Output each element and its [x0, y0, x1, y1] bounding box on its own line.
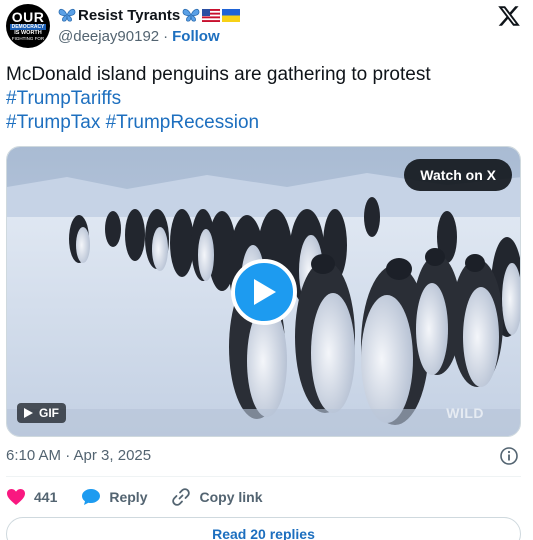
tweet-text: McDonald island penguins are gathering t… — [6, 63, 521, 135]
heart-icon — [7, 489, 25, 505]
reply-bubble-icon — [82, 489, 101, 505]
hashtag-trump-tax[interactable]: #TrumpTax — [6, 112, 100, 133]
butterfly-emoji — [182, 8, 200, 22]
divider — [6, 476, 521, 477]
author-name-row[interactable]: Resist Tyrants — [58, 6, 241, 24]
handle-separator: · — [163, 28, 169, 45]
watch-on-x-button[interactable]: Watch on X — [404, 159, 512, 191]
play-small-icon — [24, 408, 33, 418]
read-replies-button[interactable]: Read 20 replies — [6, 517, 521, 540]
tweet-timestamp[interactable]: 6:10 AM · Apr 3, 2025 — [6, 447, 151, 464]
like-button[interactable]: 441 — [6, 488, 57, 506]
media-gif[interactable]: Watch on X GIF WILD — [6, 146, 521, 437]
us-flag-emoji — [202, 8, 221, 22]
play-button[interactable] — [231, 259, 297, 325]
avatar-text-fighting: FIGHTING FOR — [11, 36, 45, 41]
reply-label: Reply — [109, 489, 148, 505]
tweet-body-line: McDonald island penguins are gathering t… — [6, 64, 431, 85]
copy-link-label: Copy link — [199, 489, 263, 505]
ukraine-flag-emoji — [222, 8, 241, 22]
copy-link-button[interactable]: Copy link — [171, 487, 263, 507]
link-icon — [172, 488, 191, 506]
author-handle[interactable]: @deejay90192 — [58, 28, 159, 45]
hashtag-trump-recession[interactable]: #TrumpRecession — [106, 112, 259, 133]
action-bar: 441 Reply Copy link — [6, 486, 287, 508]
handle-row: @deejay90192 · Follow — [58, 28, 220, 45]
avatar-text-our: OUR — [11, 9, 45, 25]
x-logo-icon[interactable] — [497, 4, 521, 28]
gif-badge[interactable]: GIF — [17, 403, 66, 423]
media-watermark: WILD — [446, 405, 484, 421]
butterfly-emoji — [58, 8, 76, 22]
gif-label: GIF — [39, 406, 59, 420]
reply-button[interactable]: Reply — [81, 488, 147, 506]
play-icon — [254, 279, 276, 305]
display-name[interactable]: Resist Tyrants — [78, 7, 180, 24]
hashtag-trump-tariffs[interactable]: #TrumpTariffs — [6, 88, 121, 109]
like-count: 441 — [34, 489, 58, 505]
avatar[interactable]: OUR DEMOCRACY IS WORTH FIGHTING FOR — [6, 4, 50, 48]
follow-button[interactable]: Follow — [172, 28, 220, 45]
info-icon[interactable] — [499, 446, 519, 466]
tweet-header: OUR DEMOCRACY IS WORTH FIGHTING FOR Resi… — [0, 0, 533, 52]
